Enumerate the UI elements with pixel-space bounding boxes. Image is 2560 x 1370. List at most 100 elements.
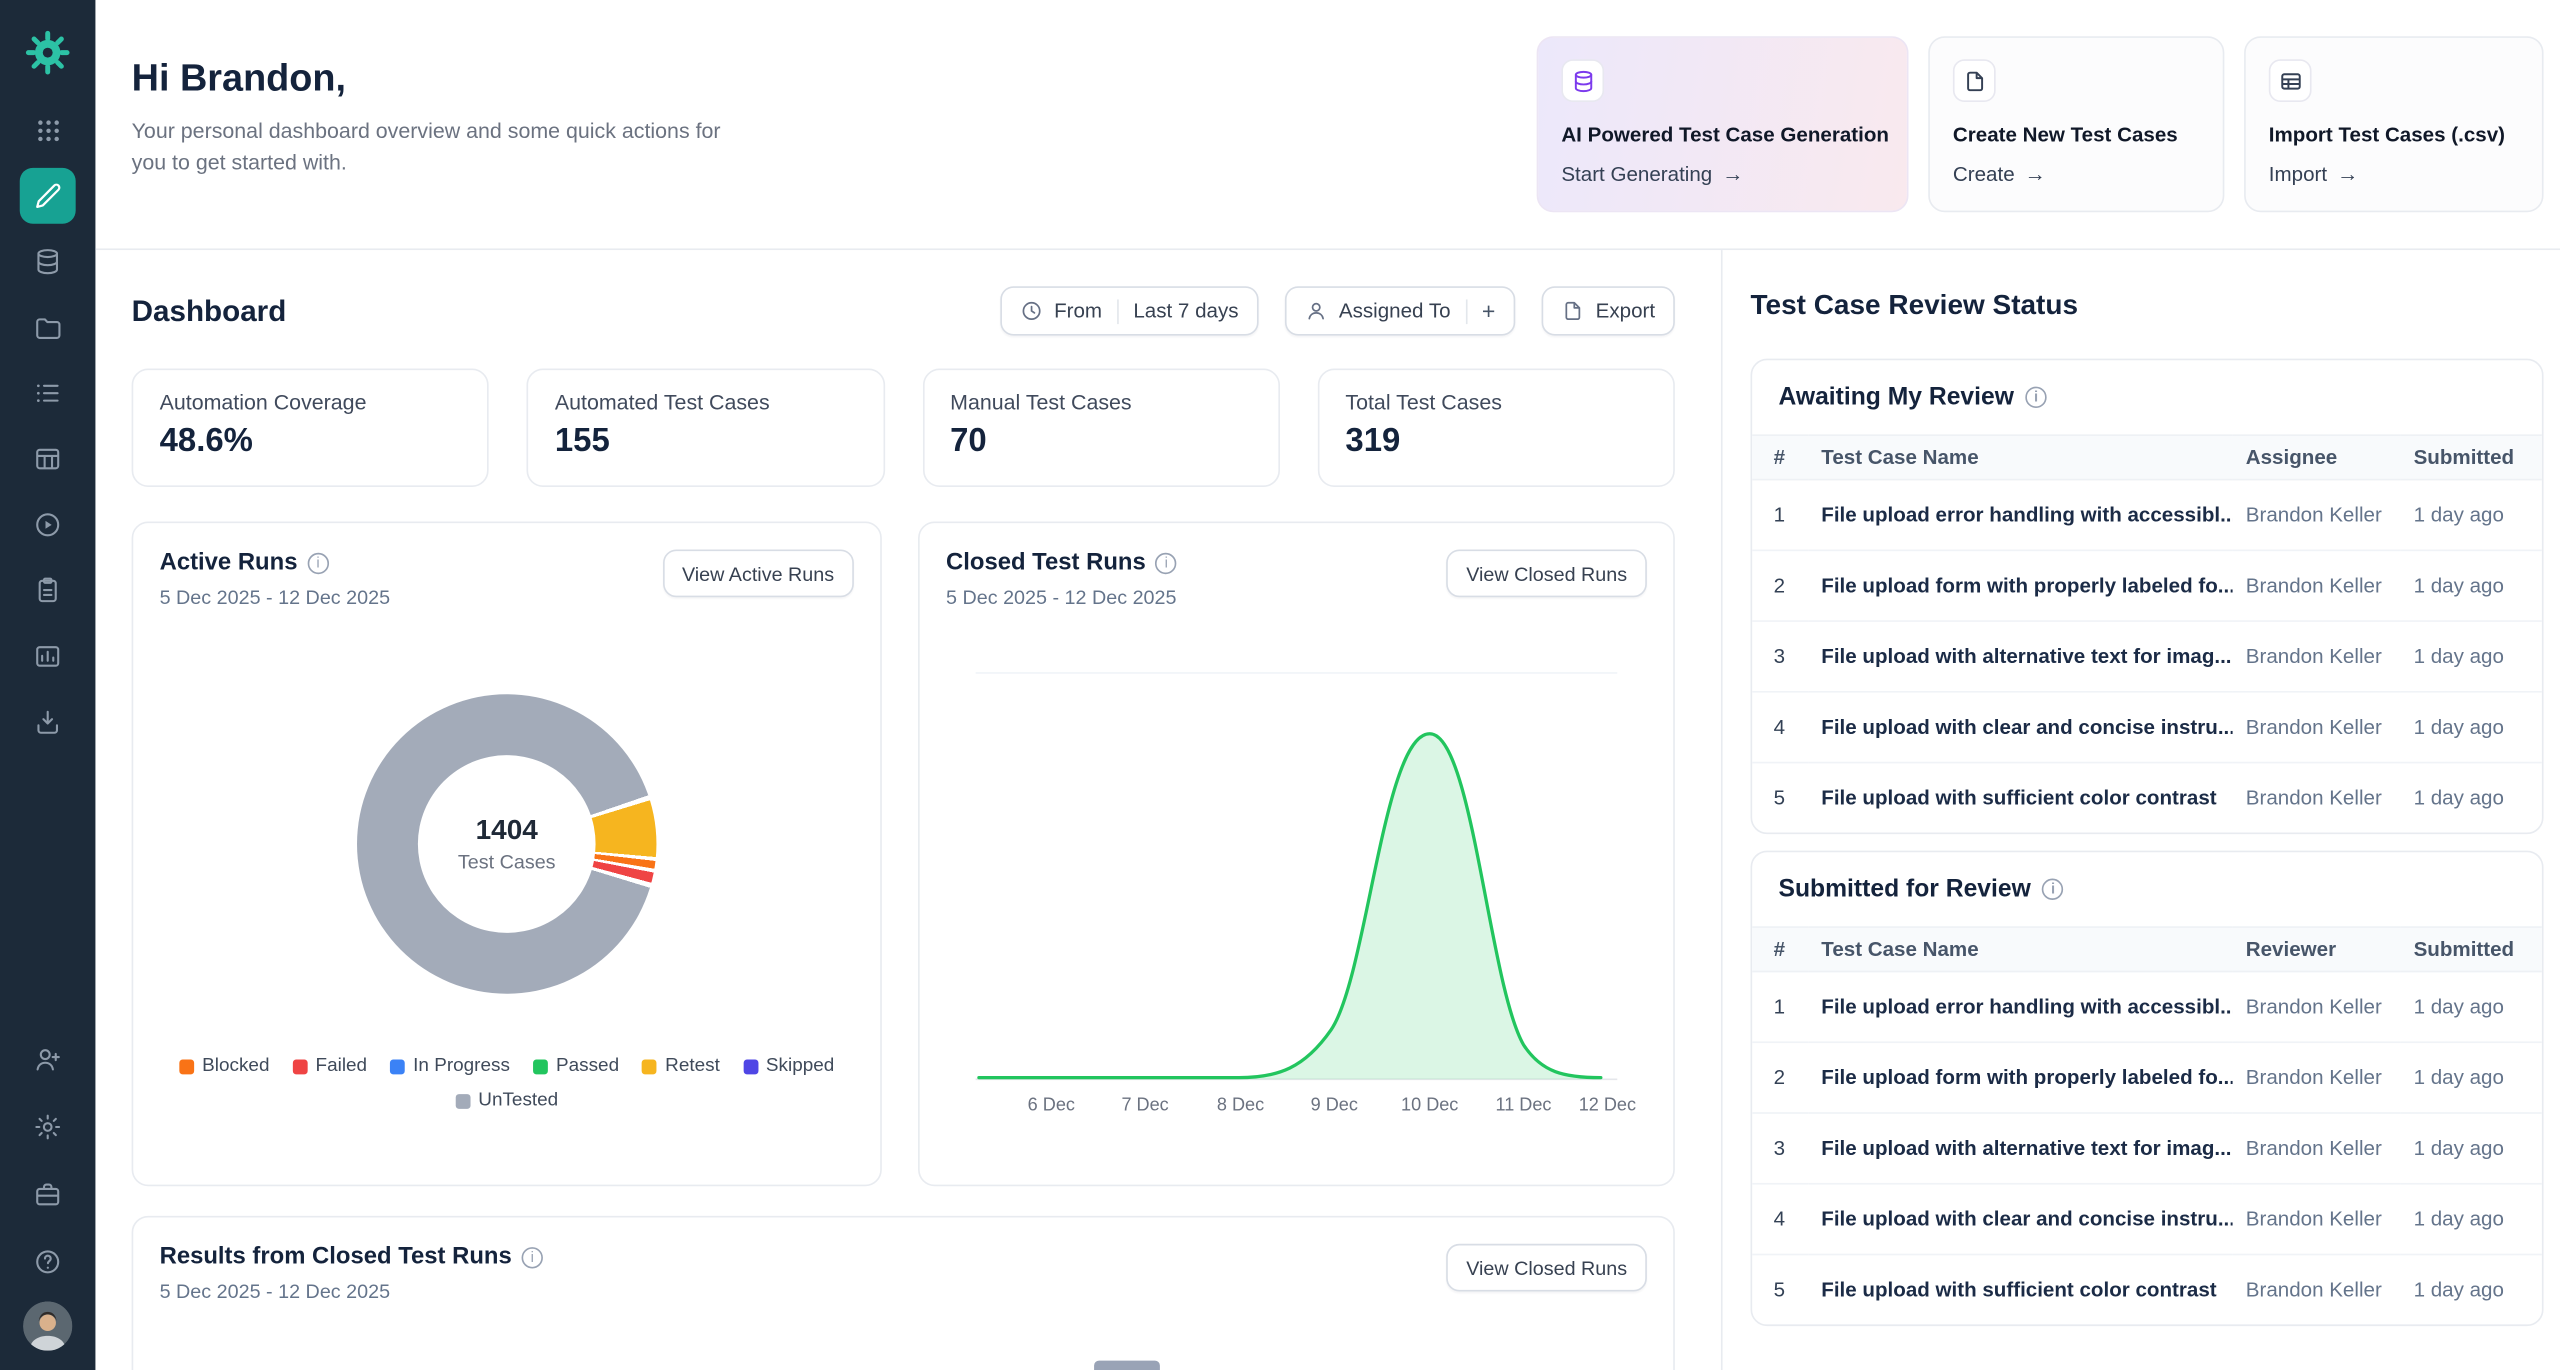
- sidebar-item-clipboard-icon[interactable]: [20, 563, 76, 619]
- sidebar-item-list-icon[interactable]: [20, 365, 76, 421]
- stat-automated-test-cases: Automated Test Cases 155: [527, 369, 884, 487]
- donut-total: 1404: [476, 814, 538, 847]
- swatch-retest: [642, 1059, 657, 1074]
- info-icon[interactable]: [2025, 387, 2046, 408]
- topbar: Hi Brandon, Your personal dashboard over…: [95, 0, 2560, 250]
- date-range-filter[interactable]: From Last 7 days: [1000, 286, 1258, 335]
- test-case-link[interactable]: File upload with clear and concise instr…: [1808, 1184, 2232, 1255]
- create-link[interactable]: Create: [1953, 161, 2200, 186]
- app-root: Hi Brandon, Your personal dashboard over…: [0, 0, 2560, 1370]
- person-icon: [1304, 299, 1327, 322]
- swatch-blocked: [179, 1059, 194, 1074]
- legend-item-skipped[interactable]: Skipped: [743, 1056, 834, 1076]
- from-label: From: [1054, 299, 1102, 322]
- toolbox-icon[interactable]: [20, 1166, 76, 1222]
- review-status-title: Test Case Review Status: [1751, 290, 2544, 323]
- app-logo-gear-icon[interactable]: [21, 26, 74, 79]
- sidebar: [0, 0, 95, 1370]
- clock-icon: [1020, 299, 1043, 322]
- export-button[interactable]: Export: [1541, 286, 1674, 335]
- start-generating-link[interactable]: Start Generating: [1561, 161, 1883, 186]
- sidebar-item-bar-chart-icon[interactable]: [20, 628, 76, 684]
- user-avatar[interactable]: [23, 1301, 72, 1350]
- legend-item-passed[interactable]: Passed: [533, 1056, 619, 1076]
- quick-action-import-csv[interactable]: Import Test Cases (.csv) Import: [2244, 36, 2543, 212]
- test-case-link[interactable]: File upload error handling with accessib…: [1808, 972, 2232, 1043]
- swatch-untested: [455, 1093, 470, 1108]
- sidebar-item-database-icon[interactable]: [20, 234, 76, 290]
- sidebar-item-table-icon[interactable]: [20, 431, 76, 487]
- import-link[interactable]: Import: [2269, 161, 2519, 186]
- test-case-link[interactable]: File upload form with properly labeled f…: [1808, 1042, 2232, 1113]
- test-case-link[interactable]: File upload error handling with accessib…: [1808, 480, 2232, 551]
- legend-item-failed[interactable]: Failed: [293, 1056, 368, 1076]
- divider: [1465, 299, 1467, 324]
- quick-action-create-test-cases[interactable]: Create New Test Cases Create: [1928, 36, 2224, 212]
- review-row[interactable]: 1 File upload error handling with access…: [1752, 972, 2542, 1043]
- test-case-link[interactable]: File upload with alternative text for im…: [1808, 1113, 2232, 1184]
- quick-action-title: AI Powered Test Case Generation: [1561, 123, 1883, 146]
- invite-user-icon[interactable]: [20, 1032, 76, 1088]
- test-case-link[interactable]: File upload with sufficient color contra…: [1808, 1254, 2232, 1324]
- settings-gear-icon[interactable]: [20, 1099, 76, 1155]
- quick-action-ai-generation[interactable]: AI Powered Test Case Generation Start Ge…: [1537, 36, 1909, 212]
- sidebar-item-play-circle-icon[interactable]: [20, 497, 76, 553]
- info-icon[interactable]: [522, 1246, 543, 1267]
- help-icon[interactable]: [20, 1234, 76, 1290]
- add-assignee-plus-icon[interactable]: [1482, 298, 1495, 324]
- dashboard-controls: From Last 7 days Assigned To Ex: [1000, 286, 1675, 335]
- sidebar-nav: [20, 102, 76, 750]
- sidebar-item-import-tray-icon[interactable]: [20, 694, 76, 750]
- review-row[interactable]: 1 File upload error handling with access…: [1752, 480, 2542, 551]
- test-case-link[interactable]: File upload form with properly labeled f…: [1808, 550, 2232, 621]
- review-row[interactable]: 2 File upload form with properly labeled…: [1752, 550, 2542, 621]
- info-icon[interactable]: [307, 552, 328, 573]
- donut-total-label: Test Cases: [458, 851, 556, 874]
- legend-item-retest[interactable]: Retest: [642, 1056, 720, 1076]
- review-row[interactable]: 3 File upload with alternative text for …: [1752, 1113, 2542, 1184]
- legend-item-untested[interactable]: UnTested: [455, 1091, 558, 1111]
- review-row[interactable]: 5 File upload with sufficient color cont…: [1752, 1254, 2542, 1324]
- info-icon[interactable]: [2042, 879, 2063, 900]
- info-icon[interactable]: [1156, 552, 1177, 573]
- awaiting-review-card: Awaiting My Review # Test Case Name Assi…: [1751, 359, 2544, 834]
- greeting: Hi Brandon,: [132, 56, 728, 100]
- divider: [1117, 299, 1119, 324]
- test-case-link[interactable]: File upload with alternative text for im…: [1808, 621, 2232, 692]
- legend-item-in-progress[interactable]: In Progress: [390, 1056, 510, 1076]
- active-runs-card: Active Runs 5 Dec 2025 - 12 Dec 2025 Vie…: [132, 522, 882, 1187]
- results-date-range: 5 Dec 2025 - 12 Dec 2025: [160, 1280, 543, 1303]
- sidebar-item-dashboard-compose-icon[interactable]: [20, 168, 76, 224]
- review-row[interactable]: 5 File upload with sufficient color cont…: [1752, 763, 2542, 833]
- view-active-runs-button[interactable]: View Active Runs: [662, 550, 854, 598]
- review-row[interactable]: 3 File upload with alternative text for …: [1752, 621, 2542, 692]
- document-icon: [1953, 59, 1996, 102]
- submitted-for-review-table: # Test Case Name Reviewer Submitted 1 Fi…: [1752, 926, 2542, 1324]
- assigned-to-filter[interactable]: Assigned To: [1285, 286, 1515, 335]
- legend-item-blocked[interactable]: Blocked: [179, 1056, 269, 1076]
- view-closed-runs-button[interactable]: View Closed Runs: [1446, 550, 1646, 598]
- swatch-passed: [533, 1059, 548, 1074]
- swatch-in-progress: [390, 1059, 405, 1074]
- range-value: Last 7 days: [1133, 299, 1238, 322]
- sidebar-footer: [20, 1032, 76, 1351]
- test-case-link[interactable]: File upload with sufficient color contra…: [1808, 763, 2232, 833]
- greeting-subtitle: Your personal dashboard overview and som…: [132, 117, 728, 179]
- review-row[interactable]: 4 File upload with clear and concise ins…: [1752, 692, 2542, 763]
- submitted-for-review-card: Submitted for Review # Test Case Name Re…: [1751, 851, 2544, 1326]
- swatch-skipped: [743, 1059, 758, 1074]
- active-runs-donut-chart: 1404 Test Cases: [357, 694, 656, 993]
- col-header-num: #: [1752, 927, 1808, 971]
- sidebar-item-folder-icon[interactable]: [20, 299, 76, 355]
- review-row[interactable]: 2 File upload form with properly labeled…: [1752, 1042, 2542, 1113]
- view-closed-runs-button[interactable]: View Closed Runs: [1446, 1244, 1646, 1292]
- results-closed-runs-card: Results from Closed Test Runs 5 Dec 2025…: [132, 1216, 1675, 1370]
- main-area: Hi Brandon, Your personal dashboard over…: [95, 0, 2560, 1370]
- col-header-submitted: Submitted: [2400, 927, 2541, 971]
- results-bar: [1094, 1361, 1160, 1370]
- submitted-for-review-title: Submitted for Review: [1779, 875, 2031, 903]
- test-case-link[interactable]: File upload with clear and concise instr…: [1808, 692, 2232, 763]
- col-header-reviewer: Reviewer: [2233, 927, 2401, 971]
- review-row[interactable]: 4 File upload with clear and concise ins…: [1752, 1184, 2542, 1255]
- sidebar-item-apps-grid-icon[interactable]: [20, 102, 76, 158]
